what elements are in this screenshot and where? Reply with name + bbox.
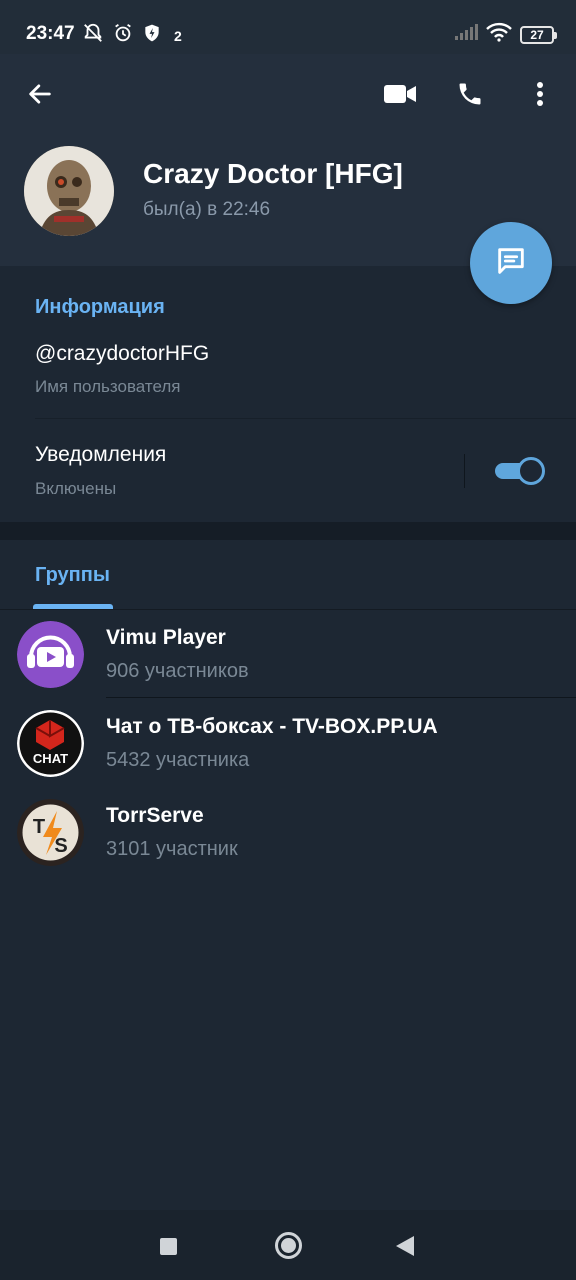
toggle-knob [517, 457, 545, 485]
nav-back-button[interactable] [396, 1236, 414, 1256]
notification-count: 2 [174, 27, 182, 44]
row-divider [106, 786, 576, 787]
info-divider [35, 418, 576, 419]
username-value[interactable]: @crazydoctorHFG [35, 342, 209, 366]
group-member-count: 3101 участник [106, 838, 238, 860]
svg-text:T: T [33, 816, 45, 838]
notifications-status: Включены [35, 479, 117, 498]
wifi-icon [486, 22, 512, 47]
more-vert-icon [536, 81, 544, 112]
last-seen-status: был(а) в 22:46 [143, 199, 271, 220]
group-avatar-vimu [17, 621, 84, 688]
group-name: TorrServe [106, 804, 204, 827]
group-row-vimu[interactable]: Vimu Player 906 участников [0, 610, 576, 698]
shield-icon [142, 22, 162, 49]
profile-name: Crazy Doctor [HFG] [143, 158, 403, 189]
svg-text:S: S [54, 835, 67, 857]
status-time: 23:47 [26, 23, 75, 44]
system-nav-bar [0, 1210, 576, 1280]
home-icon [281, 1238, 296, 1253]
section-gap [0, 522, 576, 540]
group-avatar-tvbox: CHAT [17, 710, 84, 777]
recents-button[interactable] [160, 1238, 177, 1255]
send-message-button[interactable] [470, 222, 552, 304]
info-section-title: Информация [35, 296, 165, 318]
back-arrow-icon [26, 80, 54, 113]
row-divider [106, 697, 576, 698]
notifications-toggle[interactable] [495, 457, 545, 485]
alarm-icon [112, 22, 134, 49]
back-button[interactable] [20, 76, 60, 116]
status-icons-right: 27 [454, 22, 557, 47]
svg-text:CHAT: CHAT [33, 751, 68, 766]
profile-avatar[interactable] [24, 146, 114, 236]
phone-icon [456, 80, 484, 113]
message-icon [494, 244, 528, 283]
video-call-icon [383, 82, 417, 111]
group-name: Vimu Player [106, 626, 226, 649]
group-name: Чат о ТВ-боксах - TV-BOX.PP.UA [106, 715, 438, 738]
battery-icon: 27 [520, 25, 557, 44]
username-label: Имя пользователя [35, 377, 181, 396]
tab-groups[interactable]: Группы [35, 564, 110, 587]
info-section: Информация @crazydoctorHFG Имя пользоват… [0, 266, 576, 522]
toggle-separator [464, 454, 465, 488]
group-member-count: 5432 участника [106, 749, 250, 771]
status-bar: 23:47 2 27 [0, 0, 576, 54]
bell-muted-icon [82, 22, 104, 49]
call-button[interactable] [450, 76, 490, 116]
group-row-torrserve[interactable]: T S TorrServe 3101 участник [0, 788, 576, 876]
group-avatar-torrserve: T S [17, 799, 84, 866]
status-icons-left: 2 [82, 22, 182, 49]
signal-icon [454, 23, 478, 46]
home-button[interactable] [275, 1232, 302, 1259]
group-row-tvbox[interactable]: CHAT Чат о ТВ-боксах - TV-BOX.PP.UA 5432… [0, 699, 576, 787]
group-member-count: 906 участников [106, 660, 249, 682]
video-call-button[interactable] [380, 76, 420, 116]
notifications-title[interactable]: Уведомления [35, 443, 166, 467]
more-button[interactable] [520, 76, 560, 116]
